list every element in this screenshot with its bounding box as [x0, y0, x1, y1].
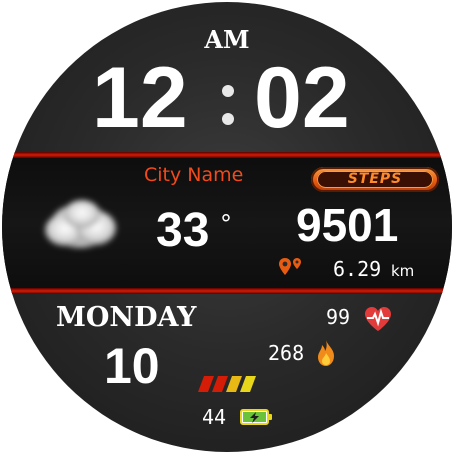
distance-unit: km [391, 262, 415, 280]
hours-display[interactable]: 12 [92, 55, 188, 141]
watch-face: AM 12 02 City Name 33 ° STEPS 9501 6.29 … [0, 0, 454, 454]
cloud-icon[interactable] [30, 188, 130, 258]
battery-charging-icon [240, 409, 272, 425]
distance-value[interactable]: 6.29 [333, 257, 381, 281]
colon-dot-bottom [222, 113, 234, 125]
city-name[interactable]: City Name [144, 164, 243, 186]
flame-icon [318, 340, 334, 366]
day-number[interactable]: 10 [104, 338, 160, 394]
day-name[interactable]: MONDAY [56, 302, 196, 333]
battery-value[interactable]: 44 [202, 405, 226, 429]
degree-symbol: ° [220, 210, 232, 238]
heart-rate-value[interactable]: 99 [326, 305, 350, 329]
heart-rate-icon [365, 307, 391, 331]
calories-value[interactable]: 268 [268, 341, 304, 365]
steps-badge[interactable]: STEPS [311, 167, 439, 192]
ampm-indicator: AM [204, 25, 250, 54]
minutes-display[interactable]: 02 [254, 55, 350, 141]
temperature-value[interactable]: 33 [156, 205, 209, 257]
steps-value[interactable]: 9501 [296, 200, 398, 250]
colon-dot-top [222, 85, 234, 97]
steps-label: STEPS [347, 171, 403, 187]
band-top-accent [2, 152, 452, 158]
battery-level-bars-icon [198, 376, 256, 392]
steps-badge-inner: STEPS [317, 171, 433, 188]
band-bottom-accent [2, 288, 452, 294]
location-pins-icon [279, 258, 301, 275]
